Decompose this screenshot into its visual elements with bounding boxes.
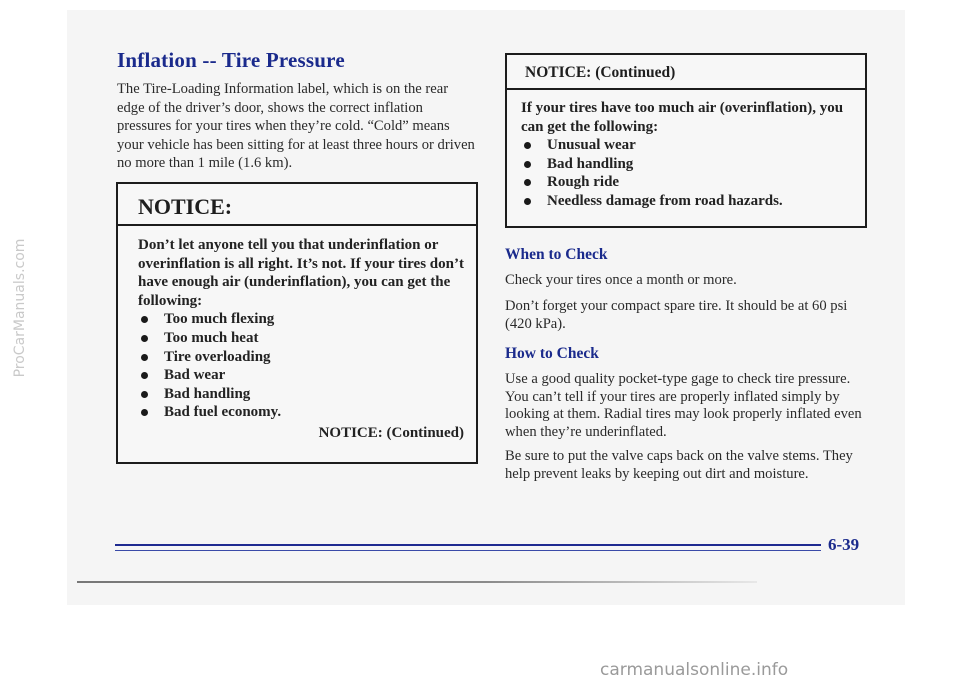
notice-body-text: If your tires have too much air (overinf…: [521, 100, 844, 135]
bullet-icon: [141, 409, 148, 417]
bullet-icon: [141, 334, 148, 342]
watermark-bottom[interactable]: carmanualsonline.info: [600, 660, 788, 680]
how-to-check-heading: How to Check: [505, 345, 599, 362]
list-item: Too much flexing: [138, 310, 464, 329]
bullet-icon: [524, 179, 531, 187]
notice-body-text: Don’t let anyone tell you that underinfl…: [138, 237, 464, 309]
list-item: Tire overloading: [138, 348, 464, 367]
notice-continued-label: NOTICE: (Continued): [318, 424, 464, 441]
list-item: Bad fuel economy.: [138, 403, 464, 422]
notice-body: Don’t let anyone tell you that underinfl…: [118, 226, 476, 443]
list-item: Bad handling: [521, 155, 853, 174]
notice-box-right: NOTICE: (Continued) If your tires have t…: [505, 53, 867, 228]
list-item: Needless damage from road hazards.: [521, 192, 853, 211]
footer-rule: [115, 544, 821, 546]
when-to-check-paragraph: Check your tires once a month or more.: [505, 272, 737, 288]
how-to-check-paragraph: Use a good quality pocket-type gage to c…: [505, 371, 862, 440]
notice-body: If your tires have too much air (overinf…: [507, 90, 865, 211]
page-number: 6-39: [828, 535, 860, 554]
bullet-icon: [524, 197, 531, 205]
list-item: Unusual wear: [521, 136, 853, 155]
section-title: Inflation -- Tire Pressure: [117, 48, 345, 72]
scan-edge-line: [77, 581, 757, 583]
notice-bullet-list: Unusual wear Bad handling Rough ride Nee…: [521, 136, 853, 210]
how-to-check-paragraph: Be sure to put the valve caps back on th…: [505, 448, 853, 482]
intro-paragraph: The Tire-Loading Information label, whic…: [117, 81, 475, 172]
bullet-icon: [141, 372, 148, 380]
when-to-check-heading: When to Check: [505, 246, 608, 263]
bullet-icon: [141, 316, 148, 324]
list-item: Bad wear: [138, 366, 464, 385]
bullet-icon: [524, 142, 531, 150]
when-to-check-paragraph: Don’t forget your compact spare tire. It…: [505, 298, 848, 332]
footer-rule-thin: [115, 550, 821, 551]
bullet-icon: [524, 160, 531, 168]
notice-box-left: NOTICE: Don’t let anyone tell you that u…: [116, 182, 478, 464]
bullet-icon: [141, 353, 148, 361]
notice-header: NOTICE: (Continued): [507, 55, 865, 90]
watermark-left: ProCarManuals.com: [12, 238, 28, 378]
notice-bullet-list: Too much flexing Too much heat Tire over…: [138, 310, 464, 422]
list-item: Too much heat: [138, 329, 464, 348]
list-item: Bad handling: [138, 385, 464, 404]
bullet-icon: [141, 390, 148, 398]
list-item: Rough ride: [521, 173, 853, 192]
notice-header: NOTICE:: [118, 184, 476, 226]
